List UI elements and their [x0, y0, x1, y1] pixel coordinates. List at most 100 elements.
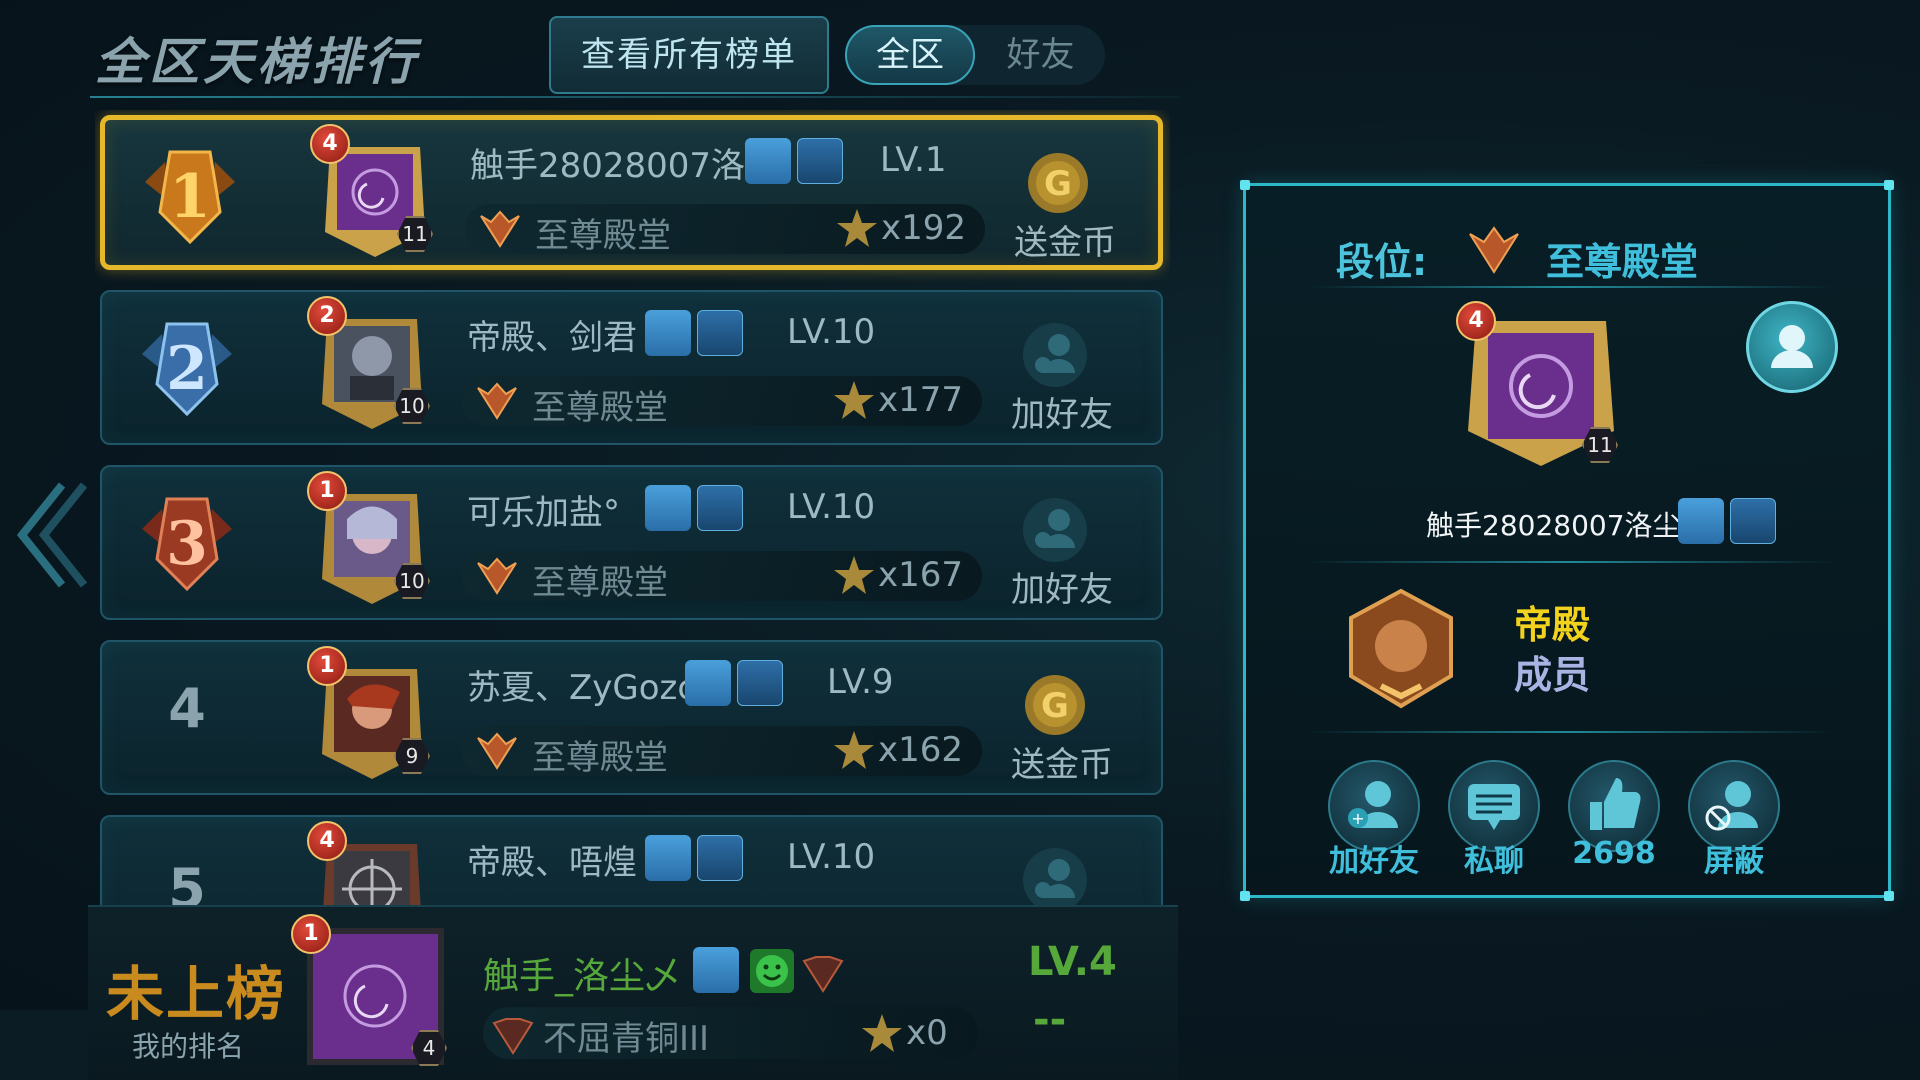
player-level: LV.9 [827, 662, 894, 702]
my-avatar[interactable]: 1 4 [291, 914, 448, 1069]
divider [1306, 561, 1834, 563]
gold-rank-medal-icon: 1 [145, 150, 235, 245]
back-arrow-icon[interactable] [12, 480, 87, 590]
male-gender-icon [645, 485, 691, 531]
tier-name: 至尊殿堂 [532, 563, 668, 603]
avatar-rank-badge: 1 [307, 646, 347, 686]
send-gold-button[interactable]: 送金币 [995, 215, 1135, 264]
svg-text:G: G [1041, 686, 1069, 726]
team-emblem-icon [737, 660, 783, 706]
supreme-tier-icon [477, 382, 517, 420]
supreme-tier-icon [1469, 226, 1519, 274]
avatar-rank-badge: 1 [291, 914, 331, 954]
tab-all-regions[interactable]: 全区 [845, 25, 975, 85]
ranking-row[interactable]: 1 4 11 触手28028007洛 LV.1 至尊殿堂 x192 G 送金币 [100, 115, 1163, 270]
view-all-leaderboards-button[interactable]: 查看所有榜单 [549, 16, 829, 94]
my-star-count: x0 [906, 1013, 948, 1053]
my-rank-value: -- [1033, 997, 1067, 1043]
avatar-rank-badge: 4 [1456, 301, 1496, 341]
add-friend-icon[interactable] [1017, 317, 1093, 393]
guild-name: 帝殿 [1514, 603, 1591, 647]
star-icon [834, 381, 874, 419]
team-emblem-icon [697, 310, 743, 356]
player-level: LV.10 [787, 837, 876, 877]
avatar[interactable]: 1 9 [307, 646, 432, 782]
tier-name: 至尊殿堂 [532, 388, 668, 428]
detail-avatar[interactable]: 4 11 [1456, 301, 1626, 471]
supreme-tier-icon [477, 557, 517, 595]
guild-emblem-icon [1349, 588, 1453, 709]
team-emblem-icon [697, 835, 743, 881]
bronze-tier-icon [802, 956, 844, 993]
svg-text:3: 3 [166, 509, 208, 579]
star-icon [834, 556, 874, 594]
add-friend-label[interactable]: 加好友 [1314, 836, 1434, 880]
avatar[interactable]: 2 10 [307, 296, 432, 432]
male-gender-icon [645, 310, 691, 356]
player-name: 帝殿、唔煌 [467, 843, 637, 883]
tier-label: 段位: [1336, 240, 1428, 284]
ranking-row[interactable]: 4 1 9 苏夏、ZyGozc LV.9 至尊殿堂 x162 G 送金币 [100, 640, 1163, 795]
page-title: 全区天梯排行 [95, 33, 419, 91]
gold-coin-icon[interactable]: G [1017, 667, 1093, 743]
bronze-tier-icon [492, 1018, 534, 1055]
my-level: LV.4 [1028, 939, 1117, 985]
star-icon [834, 731, 874, 769]
add-friend-icon[interactable] [1017, 492, 1093, 568]
svg-text:+: + [1351, 809, 1364, 828]
corner-ornament [1884, 180, 1894, 190]
avatar[interactable]: 4 [307, 821, 432, 905]
divider [1306, 731, 1834, 733]
block-label[interactable]: 屏蔽 [1674, 836, 1794, 880]
avatar-rank-badge: 1 [307, 471, 347, 511]
footer-strip [0, 1010, 88, 1080]
corner-ornament [1240, 180, 1250, 190]
team-emblem-icon [1730, 498, 1776, 544]
ranking-row[interactable]: 3 1 10 可乐加盐° LV.10 至尊殿堂 x167 加好友 [100, 465, 1163, 620]
player-level: LV.10 [787, 487, 876, 527]
ranking-list[interactable]: 1 4 11 触手28028007洛 LV.1 至尊殿堂 x192 G 送金币 … [95, 110, 1170, 905]
team-emblem-icon [697, 485, 743, 531]
player-name: 帝殿、剑君 [467, 318, 637, 358]
silver-rank-medal-icon: 2 [142, 322, 232, 417]
guild-role: 成员 [1514, 653, 1591, 697]
ranking-row[interactable]: 2 2 10 帝殿、剑君 LV.10 至尊殿堂 x177 加好友 [100, 290, 1163, 445]
star-icon [837, 209, 877, 247]
rank-number: 4 [168, 677, 206, 740]
bronze-rank-medal-icon: 3 [142, 497, 232, 592]
avatar[interactable]: 4 11 [310, 124, 435, 260]
male-gender-icon [1678, 498, 1724, 544]
ranking-row[interactable]: 5 4 帝殿、唔煌 LV.10 [100, 815, 1163, 905]
gold-coin-icon[interactable]: G [1020, 145, 1096, 221]
svg-text:1: 1 [169, 162, 211, 232]
supreme-tier-icon [480, 210, 520, 248]
tab-friends[interactable]: 好友 [978, 25, 1103, 85]
corner-ornament [1884, 891, 1894, 901]
my-rank-bar: 未上榜 我的排名 1 4 触手_洛尘乄 不屈青铜III x0 LV.4 -- [88, 905, 1178, 1080]
like-count[interactable]: 2698 [1554, 836, 1674, 871]
star-count: x162 [878, 730, 964, 770]
avatar-rank-badge: 4 [310, 124, 350, 164]
player-name: 苏夏、ZyGozc [467, 668, 697, 708]
player-name: 可乐加盐° [467, 493, 620, 533]
player-level: LV.10 [787, 312, 876, 352]
header-divider [90, 96, 1180, 98]
add-friend-button[interactable]: 加好友 [992, 387, 1132, 436]
male-gender-icon [745, 138, 791, 184]
team-emblem-icon [797, 138, 843, 184]
send-gold-button[interactable]: 送金币 [992, 737, 1132, 786]
male-gender-icon [685, 660, 731, 706]
view-profile-button[interactable] [1746, 301, 1838, 393]
avatar[interactable]: 1 10 [307, 471, 432, 607]
add-friend-button[interactable]: 加好友 [992, 562, 1132, 611]
supreme-tier-icon [477, 732, 517, 770]
player-level: LV.1 [880, 140, 947, 180]
smiley-icon [750, 949, 794, 993]
my-rank-label: 我的排名 [132, 1030, 245, 1063]
rank-number: 5 [168, 857, 206, 905]
divider [1306, 286, 1834, 288]
add-friend-icon[interactable] [1017, 842, 1093, 905]
star-count: x192 [881, 208, 967, 248]
private-chat-label[interactable]: 私聊 [1434, 836, 1554, 880]
tier-name: 至尊殿堂 [535, 216, 671, 256]
